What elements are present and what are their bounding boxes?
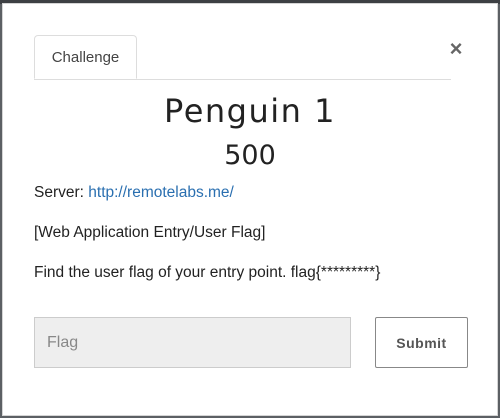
server-label: Server: xyxy=(34,184,89,201)
modal-tabs: Challenge xyxy=(34,35,451,80)
challenge-category-line: [Web Application Entry/User Flag] xyxy=(34,224,266,241)
challenge-value: 500 xyxy=(224,140,276,171)
challenge-task-line: Find the user flag of your entry point. … xyxy=(34,264,381,281)
tab-challenge[interactable]: Challenge xyxy=(34,35,137,79)
challenge-server-line: Server: http://remotelabs.me/ xyxy=(34,184,477,202)
close-button[interactable]: × xyxy=(445,38,467,60)
tab-challenge-label: Challenge xyxy=(51,48,120,66)
challenge-name: Penguin 1 xyxy=(164,92,336,130)
flag-input[interactable] xyxy=(34,317,351,368)
challenge-modal: Challenge × Penguin 1 500 Server: http:/… xyxy=(2,3,498,416)
server-link[interactable]: http://remotelabs.me/ xyxy=(88,184,234,201)
submit-button[interactable]: Submit xyxy=(375,317,468,368)
close-icon: × xyxy=(449,36,463,61)
page-frame: Challenge × Penguin 1 500 Server: http:/… xyxy=(0,0,500,418)
